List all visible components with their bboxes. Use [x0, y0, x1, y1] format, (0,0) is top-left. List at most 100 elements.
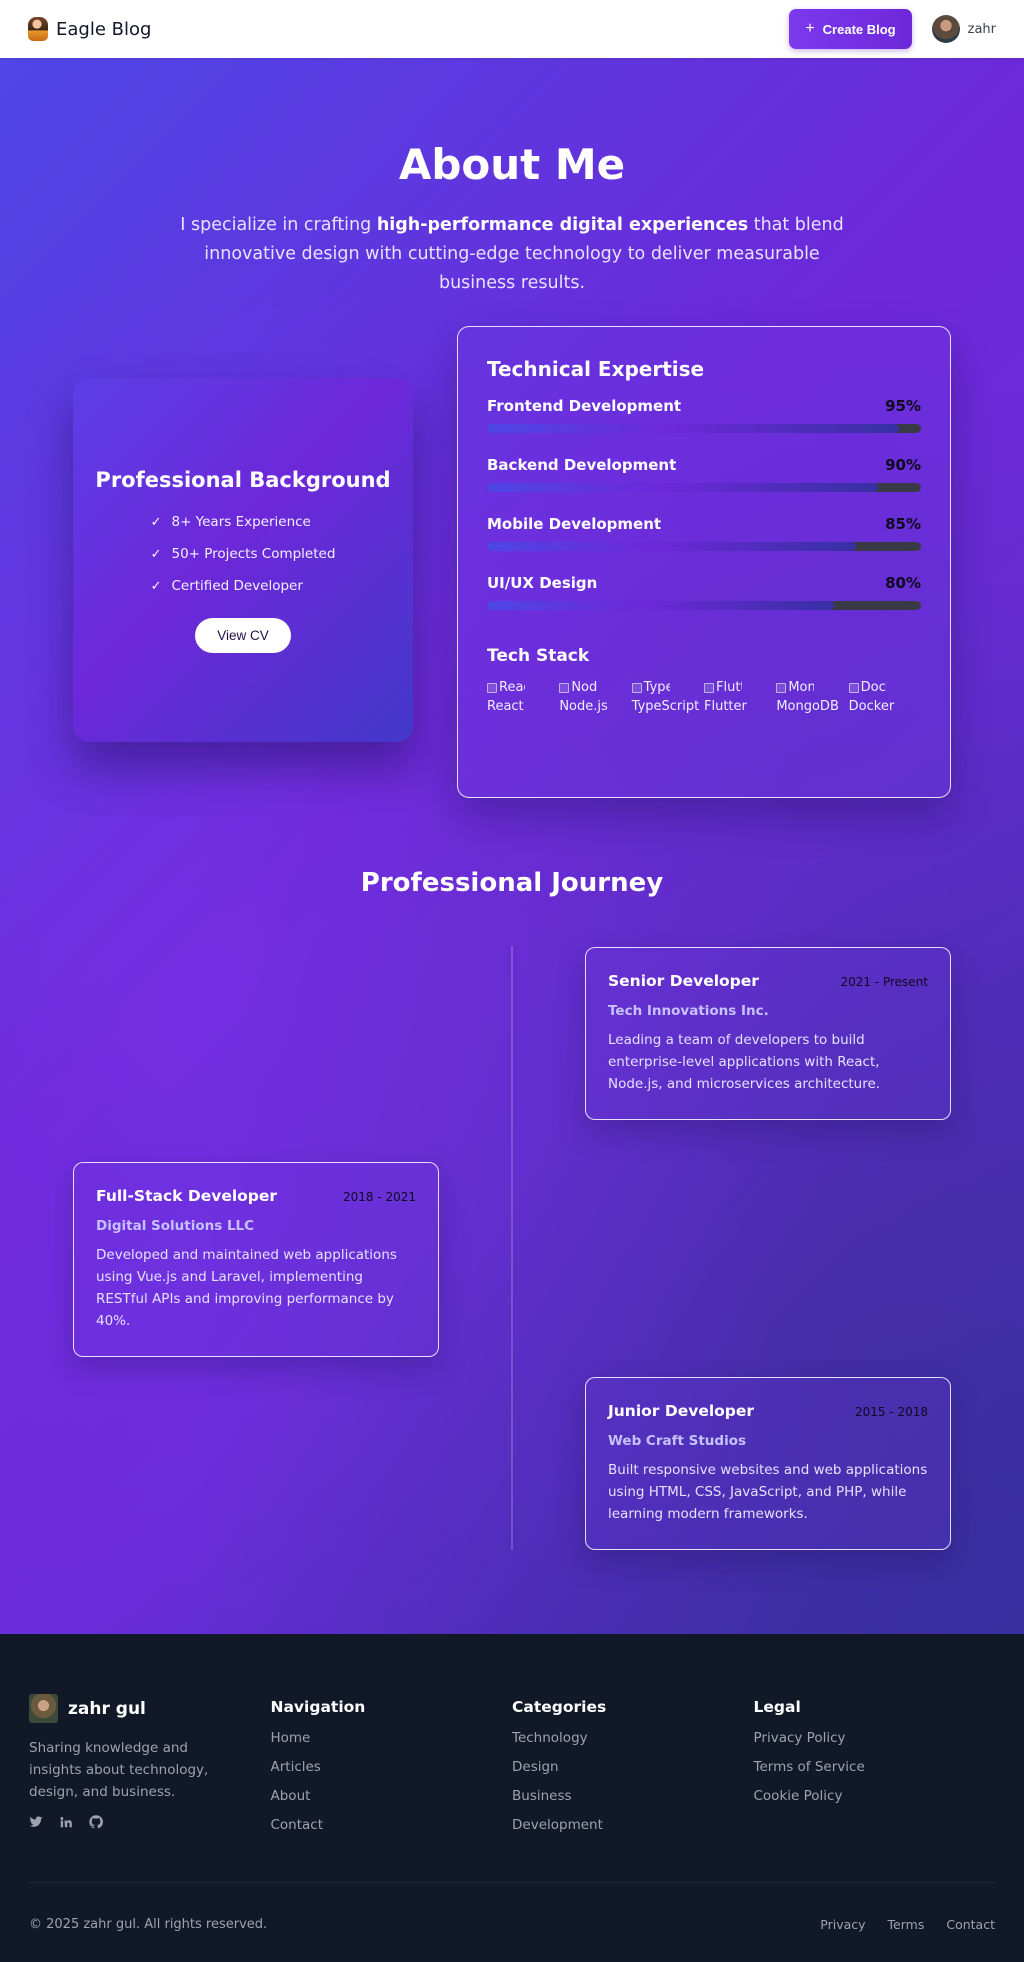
- tech-item-mongodb: Mong MongoDB: [776, 678, 848, 716]
- tech-stack-list: React React Node Node.js TypeS TypeScript F…: [487, 678, 921, 716]
- skill-percent: 90%: [885, 456, 921, 474]
- broken-image-icon: Mong: [776, 678, 814, 697]
- skill-mobile: Mobile Development 85%: [487, 515, 921, 551]
- user-name: zahr: [967, 21, 996, 37]
- top-navbar: Eagle Blog + Create Blog zahr: [0, 0, 1024, 58]
- footer-columns: zahr gul Sharing knowledge and insights …: [29, 1692, 995, 1846]
- broken-image-icon: Flutte: [703, 678, 742, 697]
- footer-heading: Categories: [512, 1698, 607, 1716]
- list-item-label: 8+ Years Experience: [171, 514, 311, 530]
- skill-percent: 80%: [885, 574, 921, 592]
- skill-progress-fill: [487, 542, 856, 551]
- job-description: Developed and maintained web application…: [96, 1247, 397, 1329]
- check-icon: ✓: [150, 578, 162, 594]
- expertise-title: Technical Expertise: [487, 357, 705, 381]
- job-title: Senior Developer: [608, 972, 759, 990]
- footer-categories: Categories Technology Design Business De…: [512, 1692, 754, 1846]
- footer-brand[interactable]: zahr gul: [29, 1694, 271, 1723]
- timeline-line: [511, 946, 513, 1550]
- footer-legal: Legal Privacy Policy Terms of Service Co…: [754, 1692, 996, 1846]
- job-card-junior: Junior Developer 2015 - 2018 Web Craft St…: [585, 1377, 951, 1550]
- tech-item-flutter: Flutte Flutter: [703, 678, 776, 716]
- list-item: ✓ Certified Developer: [151, 570, 336, 602]
- page-title: About Me: [398, 140, 626, 189]
- job-date: 2015 - 2018: [854, 1405, 928, 1419]
- subtitle-pre: I specialize in crafting: [180, 215, 377, 235]
- footer-link-technology[interactable]: Technology: [512, 1730, 754, 1759]
- tech-stack-title: Tech Stack: [487, 646, 590, 666]
- skill-backend: Backend Development 90%: [487, 456, 921, 492]
- footer-about: zahr gul Sharing knowledge and insights …: [29, 1692, 271, 1846]
- job-date: 2021 - Present: [840, 975, 928, 989]
- user-menu[interactable]: zahr: [931, 15, 996, 43]
- skill-percent: 95%: [885, 397, 921, 415]
- job-card-fullstack: Full-Stack Developer 2018 - 2021 Digital …: [73, 1162, 439, 1357]
- tech-name: Node.js: [559, 699, 608, 714]
- footer-link-privacy-policy[interactable]: Privacy Policy: [754, 1730, 996, 1759]
- check-icon: ✓: [150, 546, 162, 562]
- tech-name: Flutter: [703, 699, 747, 714]
- footer-description: Sharing knowledge and insights about tec…: [29, 1740, 209, 1800]
- skill-progress-bar: [487, 483, 921, 492]
- footer-link-design[interactable]: Design: [512, 1759, 754, 1788]
- footer-link-cookie-policy[interactable]: Cookie Policy: [754, 1788, 996, 1817]
- footer-link-articles[interactable]: Articles: [271, 1759, 513, 1788]
- tech-name: Docker: [848, 699, 895, 714]
- skill-progress-fill: [487, 424, 900, 433]
- skill-progress-bar: [487, 424, 921, 433]
- job-company: Tech Innovations Inc.: [608, 1003, 769, 1019]
- skill-progress-bar: [487, 542, 921, 551]
- social-links: [29, 1815, 271, 1833]
- footer-link-development[interactable]: Development: [512, 1817, 754, 1846]
- tech-item-react: React React: [487, 678, 559, 716]
- broken-image-icon: React: [487, 678, 525, 697]
- footer-link-terms-of-service[interactable]: Terms of Service: [754, 1759, 996, 1788]
- skill-progress-fill: [487, 483, 878, 492]
- bottom-link-contact[interactable]: Contact: [946, 1917, 995, 1932]
- journey-title: Professional Journey: [360, 868, 664, 898]
- broken-image-icon: TypeS: [631, 678, 670, 697]
- user-avatar: [931, 15, 960, 43]
- job-title: Junior Developer: [608, 1402, 755, 1420]
- eagle-logo-icon: [28, 17, 48, 41]
- bottom-link-privacy[interactable]: Privacy: [820, 1917, 865, 1932]
- footer-link-contact[interactable]: Contact: [271, 1817, 513, 1846]
- linkedin-icon[interactable]: [59, 1815, 73, 1833]
- footer-link-home[interactable]: Home: [271, 1730, 513, 1759]
- footer-brand-name: zahr gul: [68, 1698, 146, 1719]
- job-description: Built responsive websites and web applic…: [608, 1462, 928, 1522]
- footer-navigation: Navigation Home Articles About Contact: [271, 1692, 513, 1846]
- brand-link[interactable]: Eagle Blog: [28, 17, 151, 41]
- bottom-link-terms[interactable]: Terms: [888, 1917, 925, 1932]
- copyright-text: © 2025 zahr gul. All rights reserved.: [29, 1917, 268, 1932]
- footer-link-about[interactable]: About: [271, 1788, 513, 1817]
- list-item: ✓ 50+ Projects Completed: [151, 538, 336, 570]
- twitter-icon[interactable]: [29, 1815, 43, 1833]
- github-icon[interactable]: [89, 1815, 103, 1833]
- view-cv-button[interactable]: View CV: [195, 618, 291, 653]
- create-blog-button[interactable]: + Create Blog: [789, 9, 912, 49]
- subtitle-bold: high-performance digital experiences: [376, 215, 749, 235]
- list-item-label: 50+ Projects Completed: [171, 546, 336, 562]
- job-company: Web Craft Studios: [608, 1433, 747, 1449]
- footer-heading: Legal: [753, 1698, 801, 1716]
- job-company: Digital Solutions LLC: [96, 1218, 255, 1234]
- create-blog-label: Create Blog: [822, 21, 896, 37]
- footer-link-business[interactable]: Business: [512, 1788, 754, 1817]
- list-item: ✓ 8+ Years Experience: [151, 506, 336, 538]
- nav-actions: + Create Blog zahr: [789, 9, 996, 49]
- skill-percent: 85%: [885, 515, 921, 533]
- job-card-senior: Senior Developer 2021 - Present Tech Inno…: [585, 947, 951, 1120]
- skill-name: Mobile Development: [487, 515, 662, 533]
- tech-item-node: Node Node.js: [559, 678, 631, 716]
- hero-subtitle: I specialize in crafting high-performanc…: [172, 211, 852, 298]
- about-section: About Me I specialize in crafting high-p…: [0, 58, 1024, 1634]
- skill-name: Frontend Development: [487, 397, 682, 415]
- brand-name: Eagle Blog: [56, 18, 152, 40]
- broken-image-icon: Docke: [848, 678, 887, 697]
- tech-item-docker: Docke Docker: [848, 678, 921, 716]
- list-item-label: Certified Developer: [171, 578, 303, 594]
- skill-uiux: UI/UX Design 80%: [487, 574, 921, 610]
- job-description: Leading a team of developers to build en…: [608, 1032, 881, 1092]
- plus-icon: +: [805, 20, 815, 37]
